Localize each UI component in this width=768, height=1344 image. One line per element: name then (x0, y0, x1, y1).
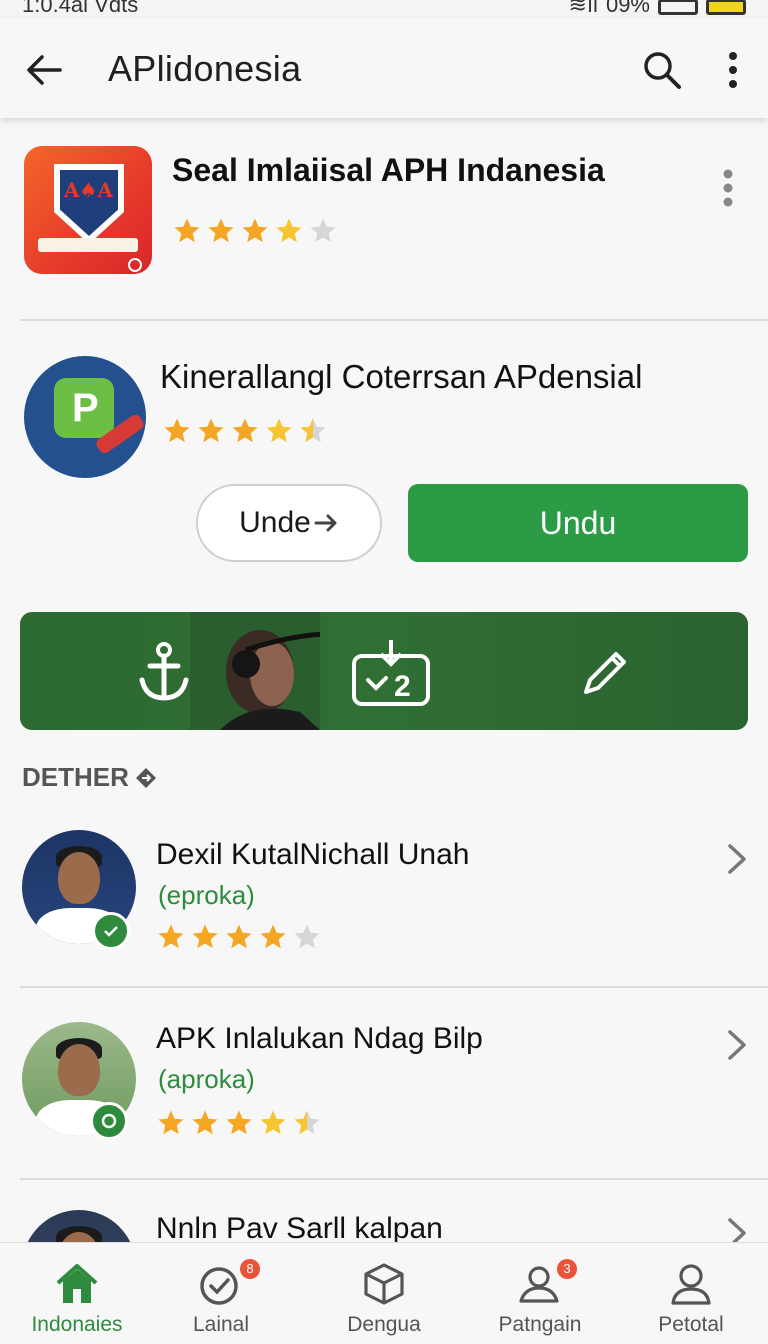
list-item[interactable]: APK Inlalukan Ndag Bilp (aproka) (0, 996, 768, 1184)
app-name: Kinerallangl Coterrsan APdensial (160, 358, 643, 395)
nav-label: Indonaies (31, 1313, 123, 1336)
app-logo-icon: A♠A (24, 146, 152, 274)
star-full-icon (226, 1110, 252, 1135)
download-box-icon: 2 (352, 640, 430, 706)
star-full-icon (242, 218, 268, 243)
download-button[interactable]: Undu (408, 484, 748, 562)
battery-percent: 09% (605, 0, 650, 17)
battery-icon (658, 0, 698, 15)
nav-item-dengua[interactable]: Dengua (307, 1243, 461, 1344)
star-full-icon (276, 218, 302, 243)
featured-app-card[interactable]: A♠A Seal Imlaiisal APH Indanesia (0, 118, 768, 320)
list-item-subtitle: (eproka) (158, 880, 255, 910)
status-time: 1:0.4al Vdts (22, 0, 139, 17)
home-icon (56, 1264, 98, 1303)
list-item-subtitle: (aproka) (158, 1064, 255, 1094)
nav-item-lainal[interactable]: 8 Lainal (144, 1243, 298, 1344)
nav-label: Lainal (192, 1313, 250, 1336)
nav-label: Petotal (658, 1313, 724, 1336)
star-full-icon (158, 1110, 184, 1135)
verified-badge-icon (90, 1102, 128, 1140)
divider (20, 986, 768, 988)
search-icon[interactable] (640, 48, 684, 92)
star-full-icon (232, 418, 258, 443)
anchor-icon (139, 642, 189, 701)
more-vert-icon[interactable] (716, 166, 740, 210)
featured-app-card[interactable]: P Kinerallangl Coterrsan APdensial Unde … (0, 322, 768, 584)
nav-item-profile[interactable]: Petotal (614, 1243, 768, 1344)
app-name: Seal Imlaiisal APH Indanesia (172, 152, 605, 188)
pencil-icon (584, 652, 626, 694)
arrow-right-icon (314, 514, 337, 532)
nav-label: Dengua (347, 1313, 421, 1336)
star-rating (172, 216, 338, 246)
section-header: DETHER (22, 762, 157, 793)
notification-badge: 3 (557, 1259, 577, 1279)
person-icon (671, 1264, 711, 1305)
nav-item-patngain[interactable]: 3 Patngain (463, 1243, 617, 1344)
more-vert-icon[interactable] (716, 48, 750, 92)
star-full-icon (192, 1110, 218, 1135)
signal-icon: ≋ıl (568, 0, 598, 17)
star-full-icon (158, 924, 184, 949)
list-item-title: Dexil KutalNichall Unah (156, 838, 470, 871)
avatar (22, 1210, 136, 1242)
page-title: APlidonesia (108, 48, 302, 89)
star-full-icon (208, 218, 234, 243)
divider (20, 1178, 768, 1180)
status-bar: 1:0.4al Vdts ≋ıl 09% (0, 0, 768, 18)
app-logo-icon: P (24, 356, 146, 478)
chevron-right-icon[interactable] (724, 1028, 750, 1062)
list-item-title: Nnln Pav Sarll kalpan (156, 1212, 443, 1242)
arrow-left-icon[interactable] (22, 48, 66, 92)
star-full-icon (260, 1110, 286, 1135)
bottom-navigation: Indonaies 8 Lainal Dengua 3 Patngain Pet… (0, 1242, 768, 1344)
verified-badge-icon (92, 912, 130, 950)
list-item-title: APK Inlalukan Ndag Bilp (156, 1022, 483, 1055)
svg-text:2: 2 (394, 670, 411, 703)
check-circle-icon (200, 1267, 238, 1305)
content: A♠A Seal Imlaiisal APH Indanesia P Kiner… (0, 118, 768, 1242)
chevron-right-icon[interactable] (724, 842, 750, 876)
diamond-arrow-icon (135, 767, 156, 788)
star-full-icon (164, 418, 190, 443)
star-rating (156, 1108, 322, 1138)
star-full-icon (174, 218, 200, 243)
star-rating (156, 922, 322, 952)
app-bar: APlidonesia (0, 18, 768, 118)
star-full-icon (260, 924, 286, 949)
battery-level-icon (706, 0, 746, 15)
button-label: Unde (239, 506, 311, 539)
nav-label: Patngain (498, 1313, 582, 1336)
divider (20, 319, 768, 321)
section-title: DETHER (22, 762, 129, 792)
promo-banner[interactable]: 2 (20, 612, 748, 730)
person-headset-image (190, 612, 320, 730)
star-rating (162, 416, 328, 446)
list-item[interactable]: Dexil KutalNichall Unah (eproka) (0, 808, 768, 996)
star-full-icon (198, 418, 224, 443)
star-full-icon (192, 924, 218, 949)
list-item[interactable]: Nnln Pav Sarll kalpan (0, 1184, 768, 1242)
star-empty-icon (294, 924, 320, 949)
chevron-right-icon[interactable] (724, 1216, 750, 1242)
notification-badge: 8 (240, 1259, 260, 1279)
box-icon (364, 1263, 404, 1305)
star-half-icon (294, 1110, 320, 1135)
star-half-icon (300, 418, 326, 443)
star-empty-icon (310, 218, 336, 243)
status-icons: ≋ıl 09% (569, 0, 746, 18)
secondary-download-button[interactable]: Unde (196, 484, 382, 562)
nav-item-home[interactable]: Indonaies (0, 1243, 154, 1344)
star-full-icon (226, 924, 252, 949)
star-full-icon (266, 418, 292, 443)
